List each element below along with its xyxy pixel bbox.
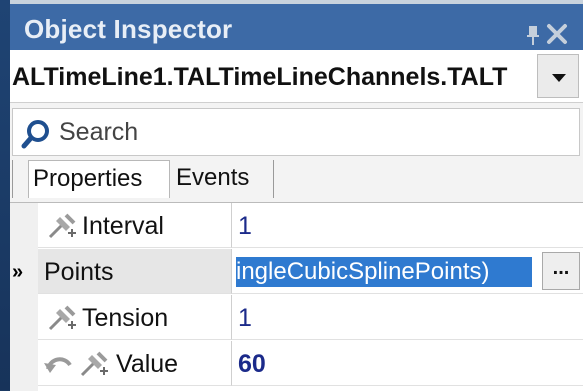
- property-pin-icon: [80, 351, 108, 377]
- property-row-interval[interactable]: Interval 1: [10, 203, 583, 249]
- tab-properties[interactable]: Properties: [28, 160, 170, 198]
- property-row-points[interactable]: » Points ingleCubicSplinePoints) ...: [10, 249, 583, 295]
- object-inspector-panel: Object Inspector ALTimeLine1.TALTimeLine…: [10, 0, 583, 391]
- property-value-editor[interactable]: ingleCubicSplinePoints): [236, 257, 532, 287]
- tab-bar: Properties Events: [10, 158, 583, 198]
- selected-row-marker: »: [12, 261, 24, 283]
- property-value: 1: [238, 212, 252, 240]
- property-name: Tension: [82, 304, 169, 332]
- search-input[interactable]: Search: [12, 108, 580, 156]
- search-icon: [21, 120, 49, 149]
- property-value-cell[interactable]: 60: [232, 341, 583, 386]
- property-pin-icon: [48, 305, 76, 331]
- property-name: Points: [44, 258, 114, 286]
- window-title: Object Inspector: [24, 14, 233, 44]
- property-value: 60: [238, 350, 266, 378]
- desktop-edge: [0, 0, 10, 390]
- property-name-cell[interactable]: Tension: [38, 295, 232, 340]
- property-name: Value: [116, 350, 179, 378]
- property-name-cell[interactable]: Value: [38, 341, 232, 386]
- tab-divider: [12, 160, 13, 198]
- property-name-cell[interactable]: Points: [38, 249, 232, 294]
- property-grid: Interval 1 » Points ingleCubicSplinePoin…: [10, 202, 583, 391]
- property-name: Interval: [82, 212, 164, 240]
- close-icon[interactable]: [545, 22, 569, 46]
- object-selector[interactable]: ALTimeLine1.TALTimeLineChannels.TALT: [10, 50, 583, 103]
- selected-object-name: ALTimeLine1.TALTimeLineChannels.TALT: [12, 63, 508, 91]
- chevron-down-icon: [552, 74, 566, 82]
- property-value: 1: [238, 304, 252, 332]
- search-placeholder: Search: [59, 118, 139, 146]
- property-row-value[interactable]: Value 60: [10, 341, 583, 387]
- property-value-cell[interactable]: 1: [232, 295, 583, 340]
- property-value-cell[interactable]: ingleCubicSplinePoints) ...: [232, 249, 583, 294]
- property-value-cell[interactable]: 1: [232, 203, 583, 248]
- property-pin-icon: [48, 213, 76, 239]
- ellipsis-button[interactable]: ...: [542, 252, 580, 290]
- property-row-tension[interactable]: Tension 1: [10, 295, 583, 341]
- selector-dropdown-button[interactable]: [537, 54, 579, 98]
- pin-icon[interactable]: [525, 24, 541, 46]
- tab-events[interactable]: Events: [170, 160, 274, 198]
- undo-icon: [44, 357, 72, 373]
- property-name-cell[interactable]: Interval: [38, 203, 232, 248]
